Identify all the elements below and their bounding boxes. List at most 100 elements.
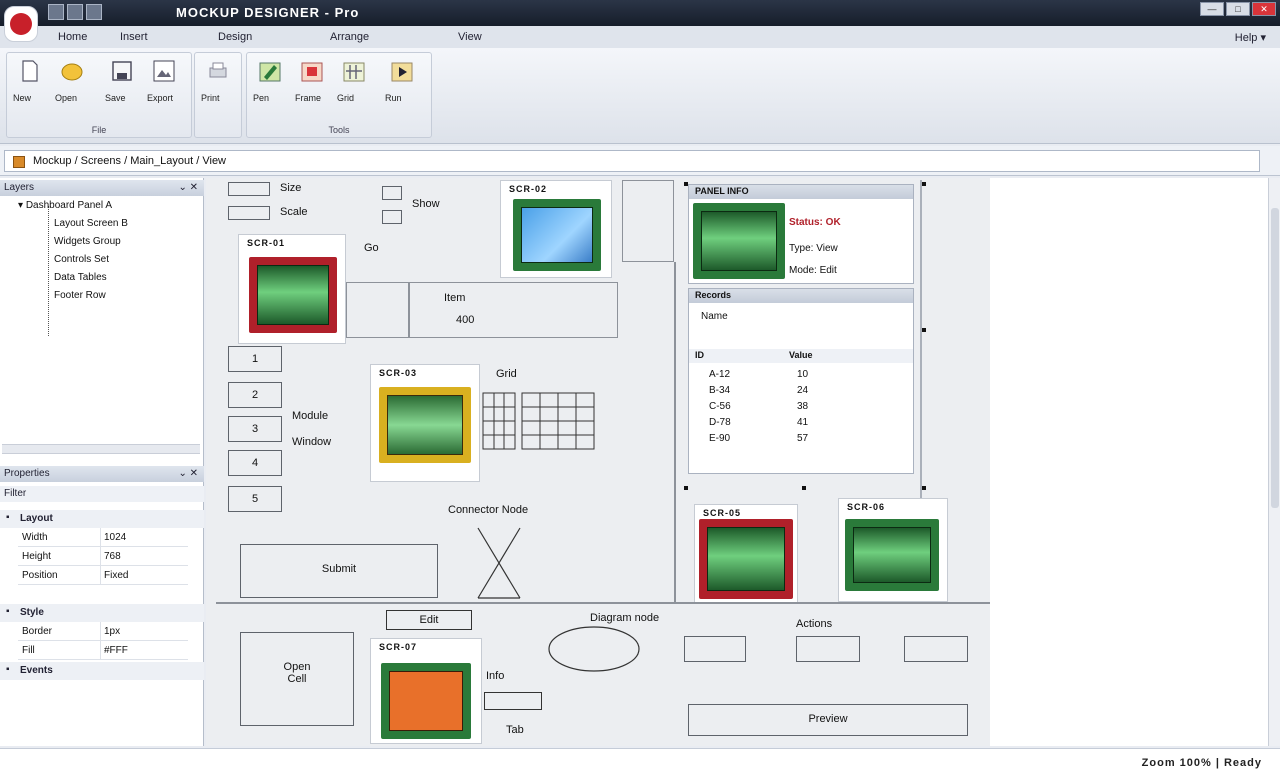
- scrollbar-thumb[interactable]: [1271, 208, 1279, 508]
- tab-arrange[interactable]: Arrange: [330, 31, 369, 43]
- selection-handle[interactable]: [922, 486, 926, 490]
- property-category[interactable]: Events: [0, 662, 204, 680]
- property-row[interactable]: Border 1px: [18, 622, 188, 641]
- action-button[interactable]: [904, 636, 968, 662]
- preview-button[interactable]: Preview: [688, 704, 968, 736]
- tree-item[interactable]: Data Tables: [54, 272, 107, 283]
- selection-handle[interactable]: [684, 486, 688, 490]
- properties-filter[interactable]: Filter: [0, 486, 204, 502]
- ribbon-group-print: Print: [194, 52, 242, 138]
- tree-item[interactable]: Widgets Group: [54, 236, 121, 247]
- selection-handle[interactable]: [802, 486, 806, 490]
- checkbox[interactable]: [382, 210, 402, 224]
- info-panel-title: PANEL INFO: [689, 185, 913, 199]
- connector-node-shape[interactable]: [476, 526, 522, 600]
- panel-pin-icon[interactable]: ⌄ ✕: [178, 182, 198, 193]
- canvas-overflow-area: [990, 178, 1268, 746]
- action-button[interactable]: [684, 636, 746, 662]
- info-line: Mode: Edit: [789, 265, 837, 276]
- scale-box[interactable]: [228, 206, 270, 220]
- new-button[interactable]: New: [13, 59, 47, 103]
- save-button[interactable]: Save: [105, 59, 139, 103]
- layers-panel-header: Layers ⌄ ✕: [0, 180, 204, 196]
- redo-quick-icon[interactable]: [86, 4, 102, 20]
- selection-handle[interactable]: [922, 328, 926, 332]
- screen-widget[interactable]: SCR-02: [500, 180, 612, 278]
- screen-widget[interactable]: SCR-06: [838, 498, 948, 602]
- tab-insert[interactable]: Insert: [120, 31, 148, 43]
- selection-handle[interactable]: [922, 182, 926, 186]
- action-button[interactable]: [796, 636, 860, 662]
- record-row[interactable]: A-12 10: [709, 369, 808, 380]
- property-row[interactable]: Position Fixed: [18, 566, 188, 585]
- screen-widget[interactable]: SCR-01: [238, 234, 346, 344]
- tab-home[interactable]: Home: [58, 31, 87, 43]
- tree-item[interactable]: Footer Row: [54, 290, 106, 301]
- info-line: Type: View: [789, 243, 838, 254]
- step-button[interactable]: 2: [228, 382, 282, 408]
- app-logo-icon[interactable]: [4, 6, 38, 42]
- step-button[interactable]: 1: [228, 346, 282, 372]
- screen-widget[interactable]: SCR-07: [370, 638, 482, 744]
- address-bar: Mockup / Screens / Main_Layout / View: [0, 146, 1280, 176]
- undo-quick-icon[interactable]: [67, 4, 83, 20]
- minimize-button[interactable]: —: [1200, 2, 1224, 16]
- grid-button[interactable]: Grid: [337, 59, 371, 103]
- tab-design[interactable]: Design: [218, 31, 252, 43]
- property-category[interactable]: Style: [0, 604, 204, 622]
- maximize-button[interactable]: □: [1226, 2, 1250, 16]
- property-category[interactable]: Layout: [0, 510, 204, 528]
- frame-button[interactable]: Frame: [295, 59, 329, 103]
- records-column-header: ID Value: [689, 349, 913, 363]
- selection-handle[interactable]: [684, 182, 688, 186]
- step-button[interactable]: 3: [228, 416, 282, 442]
- diagram-ellipse[interactable]: [546, 624, 642, 674]
- panel-splitter[interactable]: [2, 444, 200, 454]
- panel-pin-icon[interactable]: ⌄ ✕: [178, 468, 198, 479]
- edit-tag[interactable]: Edit: [386, 610, 472, 630]
- record-row[interactable]: E-90 57: [709, 433, 808, 444]
- tab-view[interactable]: View: [458, 31, 482, 43]
- close-button[interactable]: ✕: [1252, 2, 1276, 16]
- screen-preview: [853, 527, 931, 583]
- open-folder-icon: [61, 63, 83, 81]
- size-box[interactable]: [228, 182, 270, 196]
- widget-title: SCR-07: [379, 642, 418, 652]
- info-panel[interactable]: PANEL INFO Status: OK Type: View Mode: E…: [688, 184, 914, 284]
- record-row[interactable]: C-56 38: [709, 401, 808, 412]
- vertical-scrollbar[interactable]: [1268, 178, 1280, 746]
- property-row[interactable]: Fill #FFF: [18, 641, 188, 660]
- run-button[interactable]: Run: [385, 59, 419, 103]
- open-cell-box[interactable]: Open Cell: [240, 632, 354, 726]
- record-row[interactable]: D-78 41: [709, 417, 808, 428]
- step-button[interactable]: 5: [228, 486, 282, 512]
- record-row[interactable]: B-34 24: [709, 385, 808, 396]
- tree-item[interactable]: ▾ Dashboard Panel A: [18, 200, 112, 211]
- records-panel[interactable]: Records Name ID Value A-12 10 B-34 24 C-56…: [688, 288, 914, 474]
- breadcrumb[interactable]: Mockup / Screens / Main_Layout / View: [4, 150, 1260, 172]
- small-box[interactable]: [484, 692, 542, 710]
- print-button[interactable]: Print: [201, 59, 235, 103]
- screen-widget[interactable]: SCR-03: [370, 364, 480, 482]
- properties-title: Properties: [4, 468, 50, 479]
- container-box[interactable]: [622, 180, 674, 262]
- container-box[interactable]: [346, 282, 618, 338]
- show-label: Show: [412, 198, 440, 210]
- divider: [674, 262, 676, 602]
- export-button[interactable]: Export: [147, 59, 181, 103]
- tree-item[interactable]: Layout Screen B: [54, 218, 128, 229]
- property-row[interactable]: Width 1024: [18, 528, 188, 547]
- step-button[interactable]: 4: [228, 450, 282, 476]
- submit-button[interactable]: Submit: [240, 544, 438, 598]
- checkbox[interactable]: [382, 186, 402, 200]
- help-menu[interactable]: Help ▾: [1235, 31, 1266, 44]
- info-line: Status: OK: [789, 217, 841, 228]
- save-quick-icon[interactable]: [48, 4, 64, 20]
- ribbon-group-label: File: [91, 125, 107, 135]
- property-row[interactable]: Height 768: [18, 547, 188, 566]
- tree-item[interactable]: Controls Set: [54, 254, 109, 265]
- pen-button[interactable]: Pen: [253, 59, 287, 103]
- open-button[interactable]: Open: [55, 59, 89, 103]
- screen-widget[interactable]: SCR-05: [694, 504, 798, 604]
- ellipse-label: Diagram node: [590, 612, 660, 624]
